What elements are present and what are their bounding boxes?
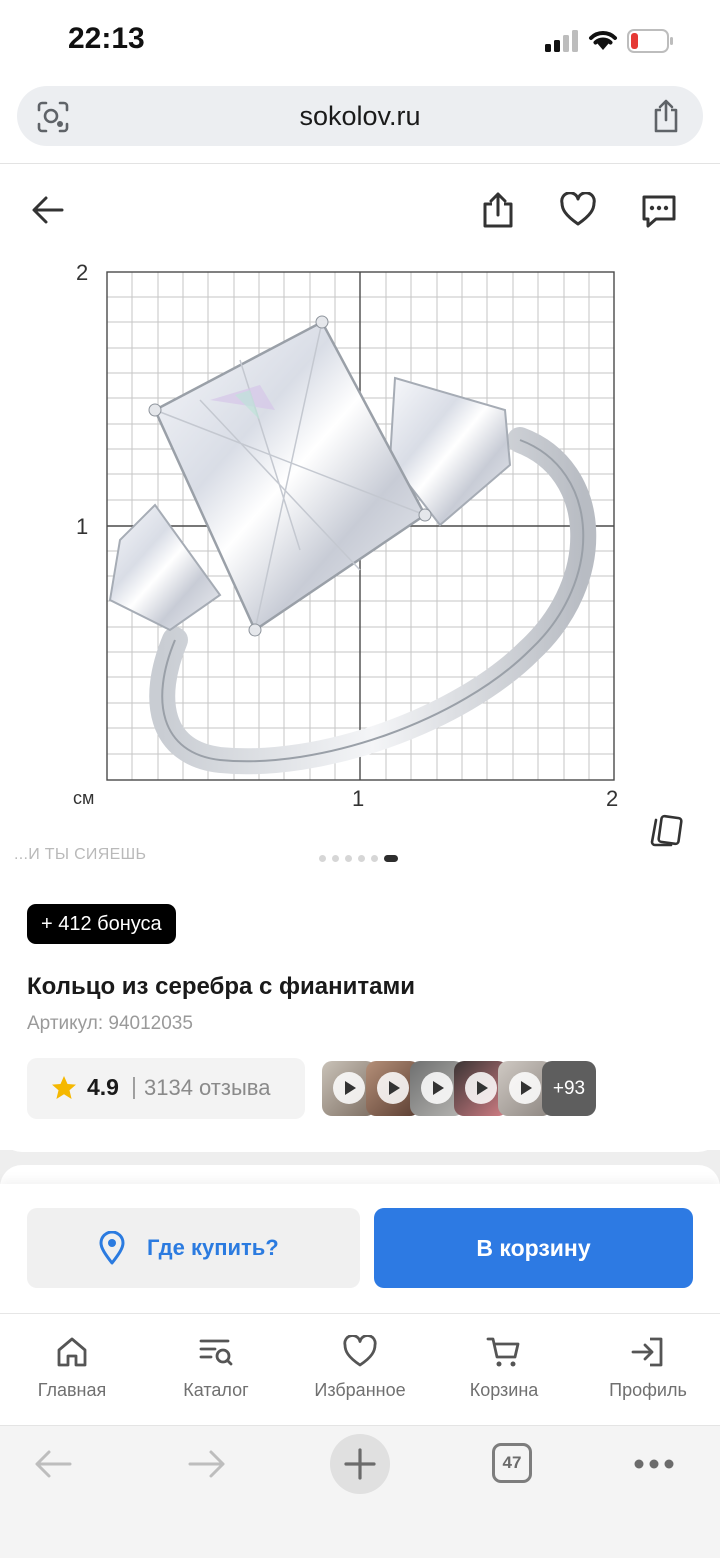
grid-label-x-mid: 1 <box>352 786 364 811</box>
signal-icon <box>545 30 578 52</box>
catalog-search-icon <box>199 1339 233 1366</box>
where-to-buy-button[interactable]: Где купить? <box>27 1208 360 1288</box>
bonus-badge: + 412 бонуса <box>27 904 176 944</box>
ring-size-grid: 2 1 см 1 2 <box>73 260 618 811</box>
rating-separator: | <box>131 1073 137 1099</box>
status-time: 22:13 <box>68 22 145 55</box>
browser-forward-icon[interactable] <box>186 1448 228 1480</box>
location-pin-icon <box>99 1231 125 1265</box>
brand-slogan: ...И ТЫ СИЯЕШЬ <box>14 846 147 863</box>
grid-label-y-mid: 1 <box>76 514 88 539</box>
tab-favorites[interactable]: Избранное <box>288 1332 432 1401</box>
star-icon <box>52 1076 76 1099</box>
bottom-navigation: Главная Каталог Избранное Корзина Профил… <box>0 1313 720 1425</box>
cart-icon <box>486 1337 520 1367</box>
carousel-dot[interactable] <box>345 855 352 862</box>
tab-cart[interactable]: Корзина <box>432 1332 576 1401</box>
carousel-dot[interactable] <box>358 855 365 862</box>
carousel-dot[interactable] <box>371 855 378 862</box>
wifi-icon <box>589 31 617 50</box>
where-to-buy-label: Где купить? <box>147 1235 279 1260</box>
play-icon <box>377 1072 409 1104</box>
grid-label-x-right: 2 <box>606 786 618 811</box>
product-article: Артикул: 94012035 <box>27 1013 193 1034</box>
browser-back-icon[interactable] <box>32 1448 74 1480</box>
home-icon <box>57 1337 87 1367</box>
more-dots-icon[interactable] <box>633 1457 675 1471</box>
address-bar[interactable]: sokolov.ru <box>17 86 703 146</box>
carousel-indicator[interactable] <box>319 855 398 862</box>
new-tab-button[interactable] <box>330 1434 390 1494</box>
browser-share-icon[interactable] <box>651 98 681 134</box>
play-icon <box>465 1072 497 1104</box>
tab-favorites-label: Избранное <box>314 1380 406 1400</box>
carousel-dot[interactable] <box>332 855 339 862</box>
add-to-cart-button[interactable]: В корзину <box>374 1208 693 1288</box>
action-bar: Где купить? В корзину <box>0 1184 720 1314</box>
plus-icon <box>344 1448 376 1480</box>
product-image[interactable]: 2 1 см 1 2 <box>60 250 660 815</box>
favorite-heart-icon[interactable] <box>559 192 597 228</box>
tab-cart-label: Корзина <box>469 1380 539 1400</box>
url-text[interactable]: sokolov.ru <box>17 101 703 132</box>
copy-icon[interactable] <box>647 812 687 848</box>
play-icon <box>333 1072 365 1104</box>
play-icon <box>509 1072 541 1104</box>
reviews-count[interactable]: 3134 отзыва <box>144 1075 270 1101</box>
tab-home-label: Главная <box>37 1380 107 1400</box>
divider <box>0 163 720 164</box>
tab-profile-label: Профиль <box>609 1380 687 1400</box>
browser-toolbar: 47 <box>0 1425 720 1558</box>
battery-icon <box>627 29 673 53</box>
play-icon <box>421 1072 453 1104</box>
card-edge <box>0 1130 720 1152</box>
heart-icon <box>343 1335 377 1367</box>
review-media-strip[interactable]: +93 <box>322 1061 596 1116</box>
status-bar: 22:13 <box>0 0 720 80</box>
grid-label-y-top: 2 <box>76 260 88 285</box>
tabs-count-button[interactable]: 47 <box>492 1443 532 1483</box>
review-media-more[interactable]: +93 <box>542 1061 596 1116</box>
product-title: Кольцо из серебра с фианитами <box>27 973 416 1000</box>
carousel-dot[interactable] <box>319 855 326 862</box>
login-icon <box>631 1337 663 1367</box>
tab-profile[interactable]: Профиль <box>576 1332 720 1401</box>
tab-home[interactable]: Главная <box>0 1332 144 1401</box>
tab-catalog[interactable]: Каталог <box>144 1332 288 1401</box>
rating-value: 4.9 <box>87 1074 119 1100</box>
carousel-dot-active[interactable] <box>384 855 398 862</box>
grid-label-unit: см <box>73 788 94 808</box>
add-to-cart-label: В корзину <box>476 1235 591 1261</box>
share-icon[interactable] <box>480 190 516 230</box>
tab-catalog-label: Каталог <box>183 1380 249 1400</box>
rating-block[interactable]: 4.9 | 3134 отзыва <box>27 1058 305 1119</box>
chat-icon[interactable] <box>640 192 678 230</box>
back-arrow-icon[interactable] <box>30 193 66 227</box>
